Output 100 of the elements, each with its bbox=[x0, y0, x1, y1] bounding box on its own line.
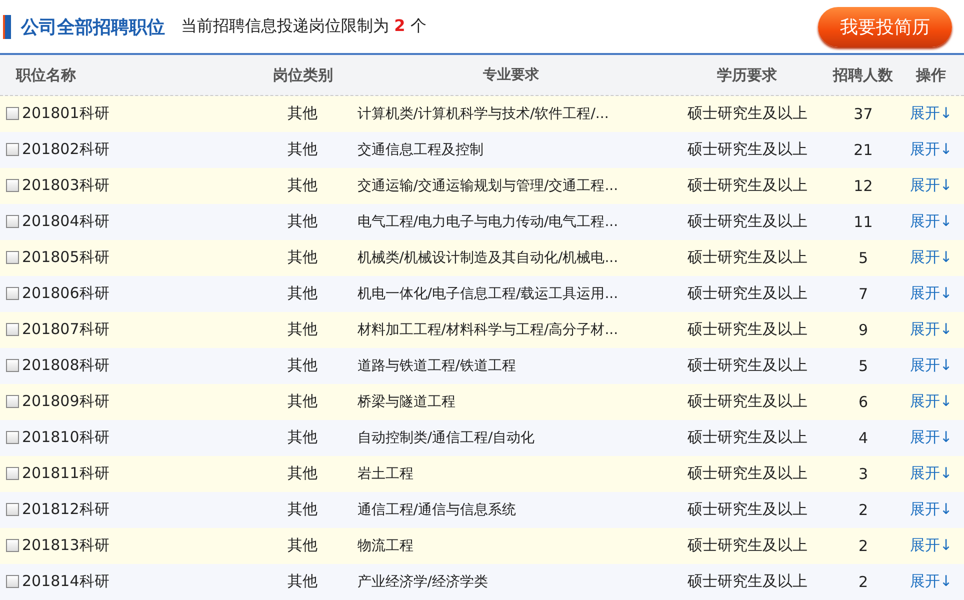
expand-link[interactable]: 展开↓ bbox=[898, 392, 964, 411]
degree-cell-text: 硕士研究生及以上 bbox=[686, 176, 808, 195]
expand-link[interactable]: 展开↓ bbox=[898, 284, 964, 303]
checkbox[interactable] bbox=[6, 359, 19, 372]
count-cell-text: 37 bbox=[852, 104, 874, 122]
category-cell-text: 其他 bbox=[286, 248, 318, 267]
count-cell-text: 2 bbox=[857, 500, 869, 518]
degree-cell-text: 硕士研究生及以上 bbox=[686, 500, 808, 519]
position-name: 201809科研 bbox=[22, 392, 110, 411]
major-cell-text: 通信工程/通信与信息系统 bbox=[356, 500, 517, 518]
position-name: 201814科研 bbox=[22, 572, 110, 591]
major-cell-text: 产业经济学/经济学类 bbox=[356, 572, 489, 590]
category-cell-text: 其他 bbox=[286, 320, 318, 339]
checkbox[interactable] bbox=[6, 143, 19, 156]
position-name: 201803科研 bbox=[22, 176, 110, 195]
checkbox[interactable] bbox=[6, 503, 19, 516]
expand-link[interactable]: 展开↓ bbox=[898, 356, 964, 375]
degree-cell-text: 硕士研究生及以上 bbox=[686, 320, 808, 339]
expand-link[interactable]: 展开↓ bbox=[898, 500, 964, 519]
expand-link[interactable]: 展开↓ bbox=[898, 572, 964, 591]
category-cell-text: 其他 bbox=[286, 392, 318, 411]
major-cell-text: 桥梁与隧道工程 bbox=[356, 392, 456, 410]
count-cell-text: 12 bbox=[852, 176, 874, 194]
column-header: 招聘人数 bbox=[832, 66, 894, 84]
degree-cell-text: 硕士研究生及以上 bbox=[686, 356, 808, 375]
expand-link[interactable]: 展开↓ bbox=[898, 320, 964, 339]
category-cell-text: 其他 bbox=[286, 104, 318, 123]
degree-cell-text: 硕士研究生及以上 bbox=[686, 464, 808, 483]
major-cell-text: 电气工程/电力电子与电力传动/电气工程... bbox=[356, 212, 620, 230]
title-accent-bar bbox=[3, 14, 11, 38]
position-name: 201812科研 bbox=[22, 500, 110, 519]
category-cell-text: 其他 bbox=[286, 428, 318, 447]
checkbox[interactable] bbox=[6, 467, 19, 480]
major-cell-text: 岩土工程 bbox=[356, 464, 414, 482]
checkbox[interactable] bbox=[6, 287, 19, 300]
position-name: 201813科研 bbox=[22, 536, 110, 555]
degree-cell-text: 硕士研究生及以上 bbox=[686, 104, 808, 123]
position-name: 201804科研 bbox=[22, 212, 110, 231]
expand-link[interactable]: 展开↓ bbox=[898, 248, 964, 267]
position-name: 201811科研 bbox=[22, 464, 110, 483]
major-cell-text: 计算机类/计算机科学与技术/软件工程/... bbox=[356, 104, 610, 122]
checkbox[interactable] bbox=[6, 251, 19, 264]
major-cell-text: 道路与铁道工程/铁道工程 bbox=[356, 356, 517, 374]
position-name: 201807科研 bbox=[22, 320, 110, 339]
major-cell-text: 机电一体化/电子信息工程/载运工具运用... bbox=[356, 284, 620, 302]
column-header: 专业要求 bbox=[482, 66, 540, 84]
expand-link[interactable]: 展开↓ bbox=[898, 140, 964, 159]
category-cell-text: 其他 bbox=[286, 536, 318, 555]
count-cell-text: 5 bbox=[857, 248, 869, 266]
category-cell-text: 其他 bbox=[286, 500, 318, 519]
count-cell-text: 21 bbox=[852, 140, 874, 158]
count-cell-text: 7 bbox=[857, 284, 869, 302]
degree-cell-text: 硕士研究生及以上 bbox=[686, 212, 808, 231]
expand-link[interactable]: 展开↓ bbox=[898, 428, 964, 447]
expand-link[interactable]: 展开↓ bbox=[898, 464, 964, 483]
major-cell-text: 物流工程 bbox=[356, 536, 414, 554]
expand-link[interactable]: 展开↓ bbox=[898, 536, 964, 555]
checkbox[interactable] bbox=[6, 539, 19, 552]
expand-link[interactable]: 展开↓ bbox=[898, 212, 964, 231]
count-cell-text: 11 bbox=[852, 212, 874, 230]
position-name: 201806科研 bbox=[22, 284, 110, 303]
category-cell-text: 其他 bbox=[286, 464, 318, 483]
position-name: 201801科研 bbox=[22, 104, 110, 123]
major-cell-text: 材料加工工程/材料科学与工程/高分子材... bbox=[356, 320, 620, 338]
category-cell-text: 其他 bbox=[286, 284, 318, 303]
degree-cell-text: 硕士研究生及以上 bbox=[686, 572, 808, 591]
position-name: 201808科研 bbox=[22, 356, 110, 375]
section-title: 公司全部招聘职位 bbox=[21, 16, 165, 38]
checkbox[interactable] bbox=[6, 215, 19, 228]
checkbox[interactable] bbox=[6, 107, 19, 120]
count-cell-text: 2 bbox=[857, 536, 869, 554]
degree-cell-text: 硕士研究生及以上 bbox=[686, 392, 808, 411]
category-cell-text: 其他 bbox=[286, 176, 318, 195]
position-name: 201810科研 bbox=[22, 428, 110, 447]
column-header: 学历要求 bbox=[716, 66, 778, 84]
major-cell-text: 机械类/机械设计制造及其自动化/机械电... bbox=[356, 248, 620, 266]
column-header: 操作 bbox=[914, 66, 947, 84]
checkbox[interactable] bbox=[6, 575, 19, 588]
checkbox[interactable] bbox=[6, 323, 19, 336]
expand-link[interactable]: 展开↓ bbox=[898, 176, 964, 195]
checkbox[interactable] bbox=[6, 431, 19, 444]
category-cell-text: 其他 bbox=[286, 140, 318, 159]
checkbox[interactable] bbox=[6, 179, 19, 192]
major-cell-text: 交通运输/交通运输规划与管理/交通工程... bbox=[356, 176, 620, 194]
category-cell-text: 其他 bbox=[286, 572, 318, 591]
apply-button[interactable]: 我要投简历 bbox=[818, 6, 952, 46]
column-header: 职位名称 bbox=[14, 66, 77, 84]
major-cell-text: 交通信息工程及控制 bbox=[356, 140, 484, 158]
count-cell-text: 9 bbox=[857, 320, 869, 338]
degree-cell-text: 硕士研究生及以上 bbox=[686, 284, 808, 303]
degree-cell-text: 硕士研究生及以上 bbox=[686, 428, 808, 447]
degree-cell-text: 硕士研究生及以上 bbox=[686, 248, 808, 267]
position-name: 201802科研 bbox=[22, 140, 110, 159]
notice-text: 当前招聘信息投递岗位限制为 2 个 bbox=[181, 16, 426, 37]
major-cell-text: 自动控制类/通信工程/自动化 bbox=[356, 428, 536, 446]
position-name: 201805科研 bbox=[22, 248, 110, 267]
expand-link[interactable]: 展开↓ bbox=[898, 104, 964, 123]
checkbox[interactable] bbox=[6, 395, 19, 408]
degree-cell-text: 硕士研究生及以上 bbox=[686, 140, 808, 159]
count-cell-text: 5 bbox=[857, 356, 869, 374]
